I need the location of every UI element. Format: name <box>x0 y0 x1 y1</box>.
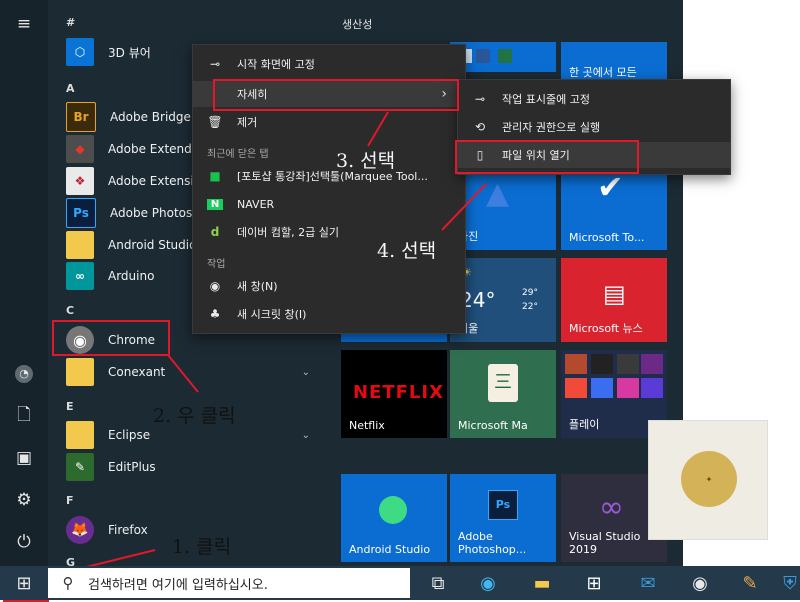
taskbar: ⊞ ⚲ 검색하려면 여기에 입력하십시오. ⧉ ◉ ▬ ⊞ ✉ ◉ ✎ ⛨ <box>0 566 800 600</box>
file-explorer-icon[interactable]: ▬ <box>522 566 562 600</box>
store-icon[interactable]: ⊞ <box>574 566 614 600</box>
task-view-icon[interactable]: ⧉ <box>418 566 458 600</box>
paint-icon[interactable]: ✎ <box>730 566 770 600</box>
windows-start-icon[interactable]: ⊞ <box>4 566 44 600</box>
search-placeholder: 검색하려면 여기에 입력하십시오. <box>88 577 268 593</box>
edge-icon[interactable]: ◉ <box>468 566 508 600</box>
annotation-step-2: 2. 우 클릭 <box>153 405 236 427</box>
mail-icon[interactable]: ✉ <box>628 566 668 600</box>
windows-security-icon[interactable]: ⛨ <box>770 566 800 600</box>
arrow-line <box>367 111 389 147</box>
watermark-stamp: ✦ <box>648 420 768 540</box>
annotation-step-1: 1. 클릭 <box>172 536 232 558</box>
seal-logo: ✦ <box>681 451 737 507</box>
arrow-line <box>441 183 487 231</box>
annotation-step-3: 3. 선택 <box>336 150 396 172</box>
arrow-line <box>167 354 199 393</box>
annotation-step-4: 4. 선택 <box>377 240 437 262</box>
chrome-icon[interactable]: ◉ <box>680 566 720 600</box>
search-icon: ⚲ <box>62 574 74 592</box>
taskbar-search[interactable]: ⚲ 검색하려면 여기에 입력하십시오. <box>48 568 410 598</box>
